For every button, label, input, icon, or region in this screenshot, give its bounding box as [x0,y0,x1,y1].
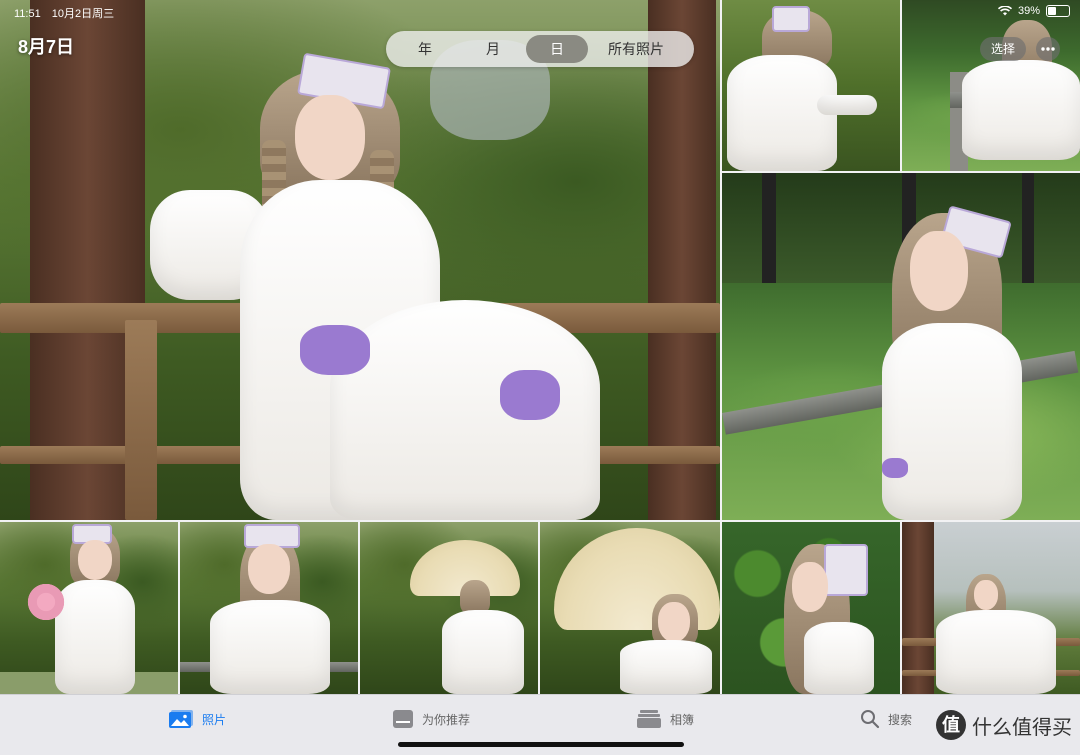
battery-icon [1046,5,1070,17]
status-time: 11:51 10月2日周三 [14,5,114,21]
albums-icon [637,710,661,728]
ellipsis-icon [1041,47,1055,51]
tab-for-you-label: 为你推荐 [422,712,471,727]
wifi-icon [997,6,1012,16]
watermark-logo-icon: 值 [936,710,966,740]
featured-photo[interactable] [0,0,720,520]
status-right: 39% [997,5,1070,17]
tab-search[interactable]: 搜索 [860,709,912,729]
segment-day[interactable]: 日 [526,35,588,63]
photo-thumbnail[interactable] [722,173,1080,520]
view-segmented-control: 年 月 日 所有照片 [386,31,694,67]
tab-albums-label: 相簿 [670,712,695,727]
for-you-icon [393,710,413,728]
tab-photos[interactable]: 照片 [168,709,226,729]
photo-thumbnail[interactable] [902,0,1080,171]
tab-search-label: 搜索 [888,712,913,727]
battery-percent: 39% [1017,5,1040,17]
date-text: 10月2日周三 [51,8,115,20]
photo-thumbnail[interactable] [722,0,900,171]
watermark-text: 什么值得买 [972,716,1072,739]
photos-icon [169,710,193,728]
tab-photos-label: 照片 [202,712,227,727]
segment-all-photos[interactable]: 所有照片 [588,35,684,63]
tab-for-you[interactable]: 为你推荐 [392,709,470,729]
photo-thumbnail[interactable] [722,522,900,694]
watermark: 值 什么值得买 [936,710,1072,740]
more-button[interactable] [1036,37,1060,61]
clock-text: 11:51 [14,8,41,20]
home-indicator[interactable] [398,742,684,747]
segment-month[interactable]: 月 [460,35,526,63]
tab-albums[interactable]: 相簿 [636,709,694,729]
search-icon [861,710,880,729]
photo-thumbnail[interactable] [0,522,178,694]
status-bar: 11:51 10月2日周三 39% [0,0,1080,22]
photo-thumbnail[interactable] [540,522,720,694]
photo-thumbnail[interactable] [180,522,358,694]
select-button[interactable]: 选择 [980,37,1026,61]
photo-thumbnail[interactable] [360,522,538,694]
segment-year[interactable]: 年 [390,35,460,63]
photo-thumbnail[interactable] [902,522,1080,694]
page-title: 8月7日 [18,37,75,57]
